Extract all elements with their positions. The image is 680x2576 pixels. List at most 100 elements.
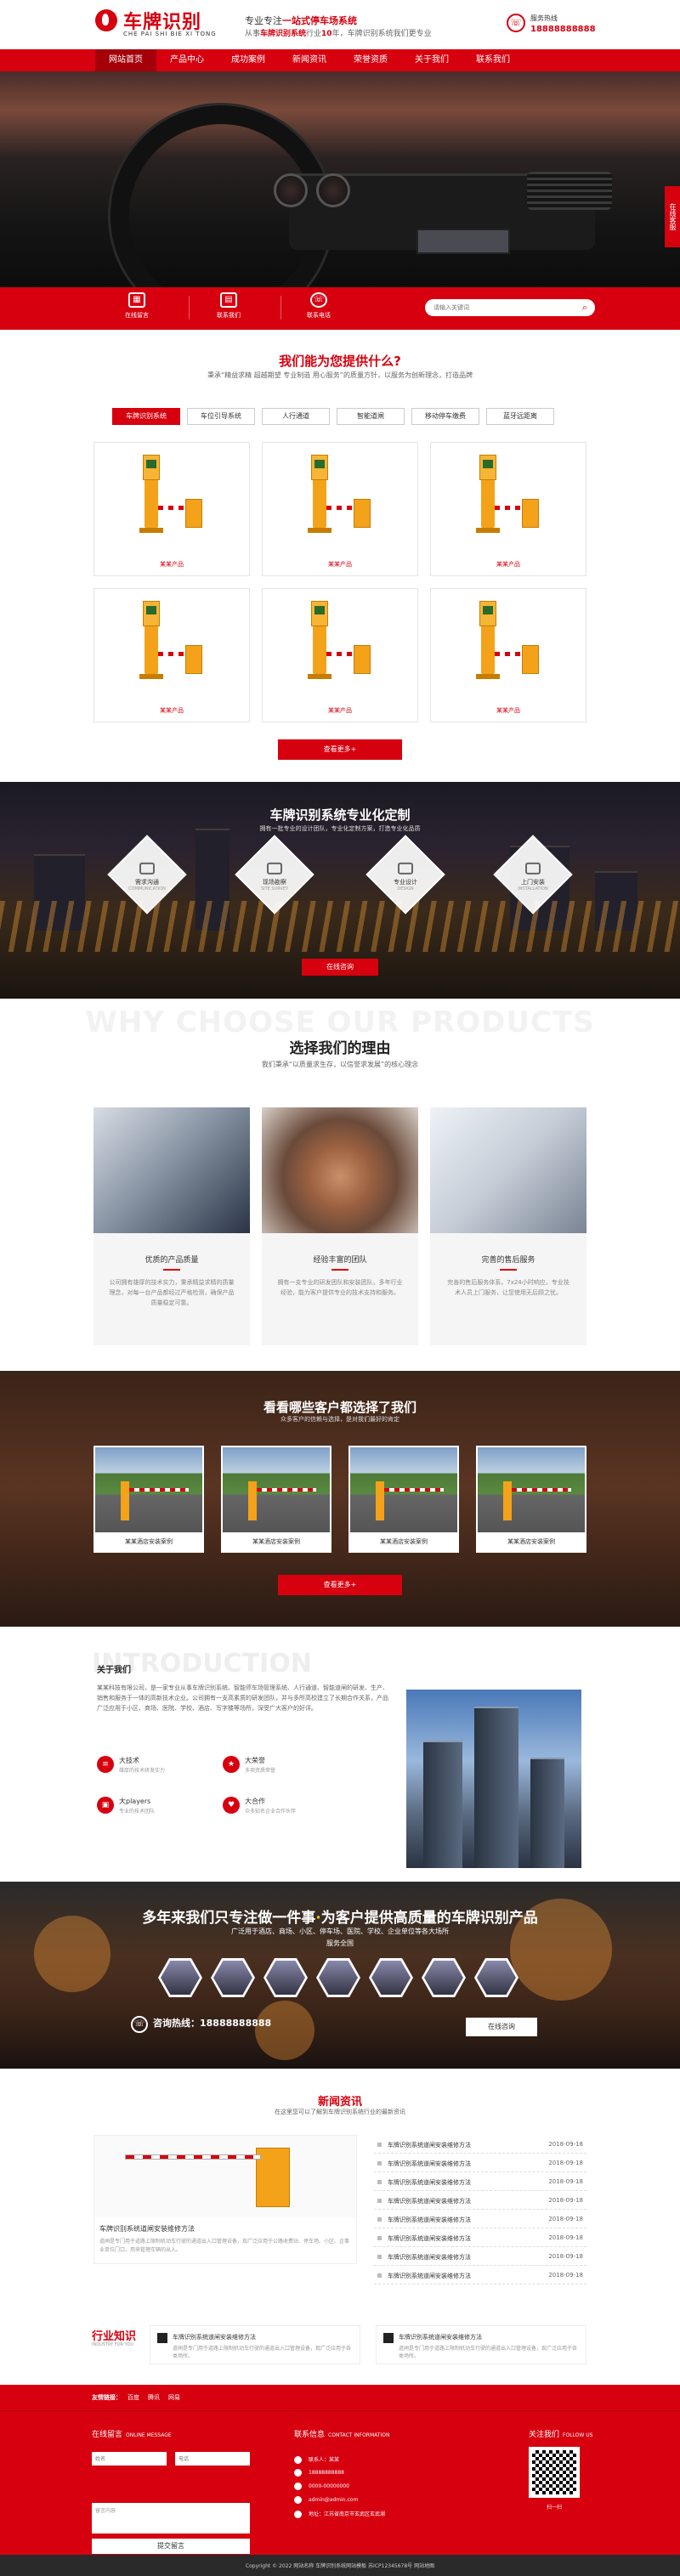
quick-phone[interactable]: ☏ 联系电话 xyxy=(289,292,348,320)
nav-item-honors[interactable]: 荣誉资质 xyxy=(340,49,401,71)
industry-item[interactable]: 车牌识别系统道闸安装维修方法 道闸是专门用于道路上限制机动车行驶的通道出入口管理设… xyxy=(376,2325,586,2364)
step-en: DESIGN xyxy=(397,886,414,892)
reason-text: 公司拥有雄厚的技术实力，秉承精益求精的质量理念，对每一台产品都经过严格检测，确保… xyxy=(109,1279,235,1306)
news-row[interactable]: 车牌识别系统道闸安装维修方法 2018-09-18 xyxy=(374,2210,586,2228)
product-card[interactable]: 某某产品 xyxy=(262,588,418,722)
feature-name: 大合作 xyxy=(245,1798,265,1805)
industry-en: INDUSTRY FOR YOU xyxy=(92,2342,134,2347)
name-field[interactable] xyxy=(92,2452,167,2466)
friend-link[interactable]: 百度 xyxy=(128,2393,139,2402)
case-card[interactable]: 某某酒店安装案例 xyxy=(94,1446,204,1553)
industry-title: 行业知识 xyxy=(92,2330,137,2343)
news-row[interactable]: 车牌识别系统道闸安装维修方法 2018-09-18 xyxy=(374,2247,586,2266)
quick-message[interactable]: ▦ 在线留言 xyxy=(107,292,167,320)
online-consult-button[interactable]: 在线咨询 xyxy=(302,959,378,976)
online-service-tab[interactable]: 在线客服 xyxy=(665,186,680,247)
news-featured-title[interactable]: 车牌识别系统道闸安装维修方法 xyxy=(99,2224,195,2233)
tab-parking-guide[interactable]: 车位引导系统 xyxy=(187,408,255,425)
tab-barrier[interactable]: 智能道闸 xyxy=(337,408,405,425)
news-row[interactable]: 车牌识别系统道闸安装维修方法 2018-09-18 xyxy=(374,2228,586,2247)
quick-contact[interactable]: ▤ 联系我们 xyxy=(199,292,258,320)
reason-card[interactable]: 完善的售后服务 完善的售后服务体系，7x24小时响应，专业技术人员上门服务，让您… xyxy=(430,1107,586,1345)
submit-message-button[interactable]: 提交留言 xyxy=(92,2539,250,2554)
news-featured[interactable]: 车牌识别系统道闸安装维修方法 道闸是专门用于道路上限制机动车行驶的通道出入口管理… xyxy=(94,2135,357,2264)
user-icon xyxy=(294,2456,302,2464)
phone-icon: ☏ xyxy=(131,2016,148,2033)
divider xyxy=(332,1269,348,1271)
phone-icon: ☏ xyxy=(507,14,525,32)
partner-icon: ♥ xyxy=(223,1797,240,1814)
intro-text: 某某科技有限公司，是一家专业从事车牌识别系统、智能停车场管理系统、人行通道、智能… xyxy=(97,1684,388,1712)
tab-plate-recognition[interactable]: 车牌识别系统 xyxy=(112,408,180,425)
friend-link[interactable]: 网易 xyxy=(168,2393,180,2402)
case-photo xyxy=(350,1447,457,1532)
nav-item-cases[interactable]: 成功案例 xyxy=(218,49,279,71)
nav-item-contact[interactable]: 联系我们 xyxy=(462,49,524,71)
case-card[interactable]: 某某酒店安装案例 xyxy=(348,1446,459,1553)
search-input[interactable] xyxy=(425,299,595,316)
nav-item-home[interactable]: 网站首页 xyxy=(95,49,156,71)
tab-mobile-pay[interactable]: 移动停车缴费 xyxy=(411,408,479,425)
search-icon[interactable]: ⌕ xyxy=(578,301,592,314)
news-row[interactable]: 车牌识别系统道闸安装维修方法 2018-09-18 xyxy=(374,2191,586,2210)
cases-title: 看看哪些客户都选择了我们 xyxy=(263,1400,416,1415)
phone-field[interactable] xyxy=(175,2452,250,2466)
tab-pedestrian[interactable]: 人行通道 xyxy=(262,408,330,425)
product-card[interactable]: 某某产品 xyxy=(94,442,250,576)
focus-consult-button[interactable]: 在线咨询 xyxy=(466,2018,537,2036)
view-more-button[interactable]: 查看更多+ xyxy=(278,1575,402,1595)
message-textarea[interactable]: 留言内容 xyxy=(92,2503,250,2534)
feature-desc: 专业的技术团队 xyxy=(119,1809,156,1815)
contact-tel: 0000-00000000 xyxy=(294,2483,349,2490)
barrier-gate-image xyxy=(303,601,379,694)
nav-item-products[interactable]: 产品中心 xyxy=(156,49,218,71)
honor-icon: ★ xyxy=(223,1756,240,1773)
scene-hexagon xyxy=(264,1958,308,1997)
reason-title: 经验丰富的团队 xyxy=(313,1256,367,1265)
phone-icon: ☏ xyxy=(310,292,327,308)
hero-banner[interactable]: 在线客服 xyxy=(0,71,680,287)
nav-item-news[interactable]: 新闻资讯 xyxy=(279,49,340,71)
why-section: WHY CHOOSE OUR PRODUCTS 选择我们的理由 我们秉承“以质量… xyxy=(0,999,680,1371)
news-row[interactable]: 车牌识别系统道闸安装维修方法 2018-09-18 xyxy=(374,2154,586,2172)
case-card[interactable]: 某某酒店安装案例 xyxy=(221,1446,332,1553)
survey-icon xyxy=(267,862,282,875)
mail-icon xyxy=(294,2496,302,2504)
scene-hexagon xyxy=(158,1958,202,1997)
reason-card[interactable]: 经验丰富的团队 拥有一支专业的研发团队和安装团队，多年行业经验，能为客户提供专业… xyxy=(262,1107,418,1345)
grid-icon: ▦ xyxy=(128,292,145,308)
tab-bluetooth[interactable]: 蓝牙远距离 xyxy=(486,408,554,425)
map-icon: ▤ xyxy=(220,292,237,308)
scene-hexagon xyxy=(316,1958,360,1997)
case-label: 某某酒店安装案例 xyxy=(252,1538,300,1545)
news-row[interactable]: 车牌识别系统道闸安装维修方法 2018-09-18 xyxy=(374,2135,586,2154)
case-label: 某某酒店安装案例 xyxy=(380,1538,428,1545)
chat-icon xyxy=(139,862,155,875)
site-footer: 在线留言ONLINE MESSAGE 留言内容 提交留言 联系信息CONTACT… xyxy=(0,2410,680,2555)
step-label: 专业设计 xyxy=(394,878,417,886)
friend-link[interactable]: 腾讯 xyxy=(148,2393,160,2402)
focus-banner: 多年来我们只专注做一件事·为客户提供高质量的车牌识别产品 广泛用于酒店、商场、小… xyxy=(0,1882,680,2069)
header-phone-number: 18888888888 xyxy=(530,25,596,34)
services-section: 我们能为您提供什么? 秉承“精益求精 超越期望 专业制造 用心服务”的质量方针，… xyxy=(0,330,680,782)
product-card[interactable]: 某某产品 xyxy=(262,442,418,576)
case-card[interactable]: 某某酒店安装案例 xyxy=(476,1446,586,1553)
reason-card[interactable]: 优质的产品质量 公司拥有雄厚的技术实力，秉承精益求精的质量理念，对每一台产品都经… xyxy=(94,1107,250,1345)
product-tabs: 车牌识别系统 车位引导系统 人行通道 智能道闸 移动停车缴费 蓝牙远距离 xyxy=(112,408,561,425)
nav-item-about[interactable]: 关于我们 xyxy=(401,49,462,71)
handshake-photo xyxy=(430,1107,586,1233)
location-icon xyxy=(294,2511,302,2518)
team-icon: ▣ xyxy=(97,1797,114,1814)
tower-graphic xyxy=(530,1758,564,1868)
view-more-button[interactable]: 查看更多+ xyxy=(278,739,402,760)
vent-graphic xyxy=(527,172,612,210)
product-card[interactable]: 某某产品 xyxy=(94,588,250,722)
product-card[interactable]: 某某产品 xyxy=(430,442,586,576)
step-en: SITE SURVEY xyxy=(260,886,289,892)
news-row[interactable]: 车牌识别系统道闸安装维修方法 2018-09-18 xyxy=(374,2266,586,2284)
news-row[interactable]: 车牌识别系统道闸安装维修方法 2018-09-18 xyxy=(374,2172,586,2191)
focus-subtitle: 广泛用于酒店、商场、小区、停车场、医院、学校、企业单位等各大场所 服务全国 xyxy=(231,1928,449,1947)
logo-icon[interactable] xyxy=(95,9,117,31)
product-card[interactable]: 某某产品 xyxy=(430,588,586,722)
industry-item[interactable]: 车牌识别系统道闸安装维修方法 道闸是专门用于道路上限制机动车行驶的通道出入口管理设… xyxy=(150,2325,360,2364)
